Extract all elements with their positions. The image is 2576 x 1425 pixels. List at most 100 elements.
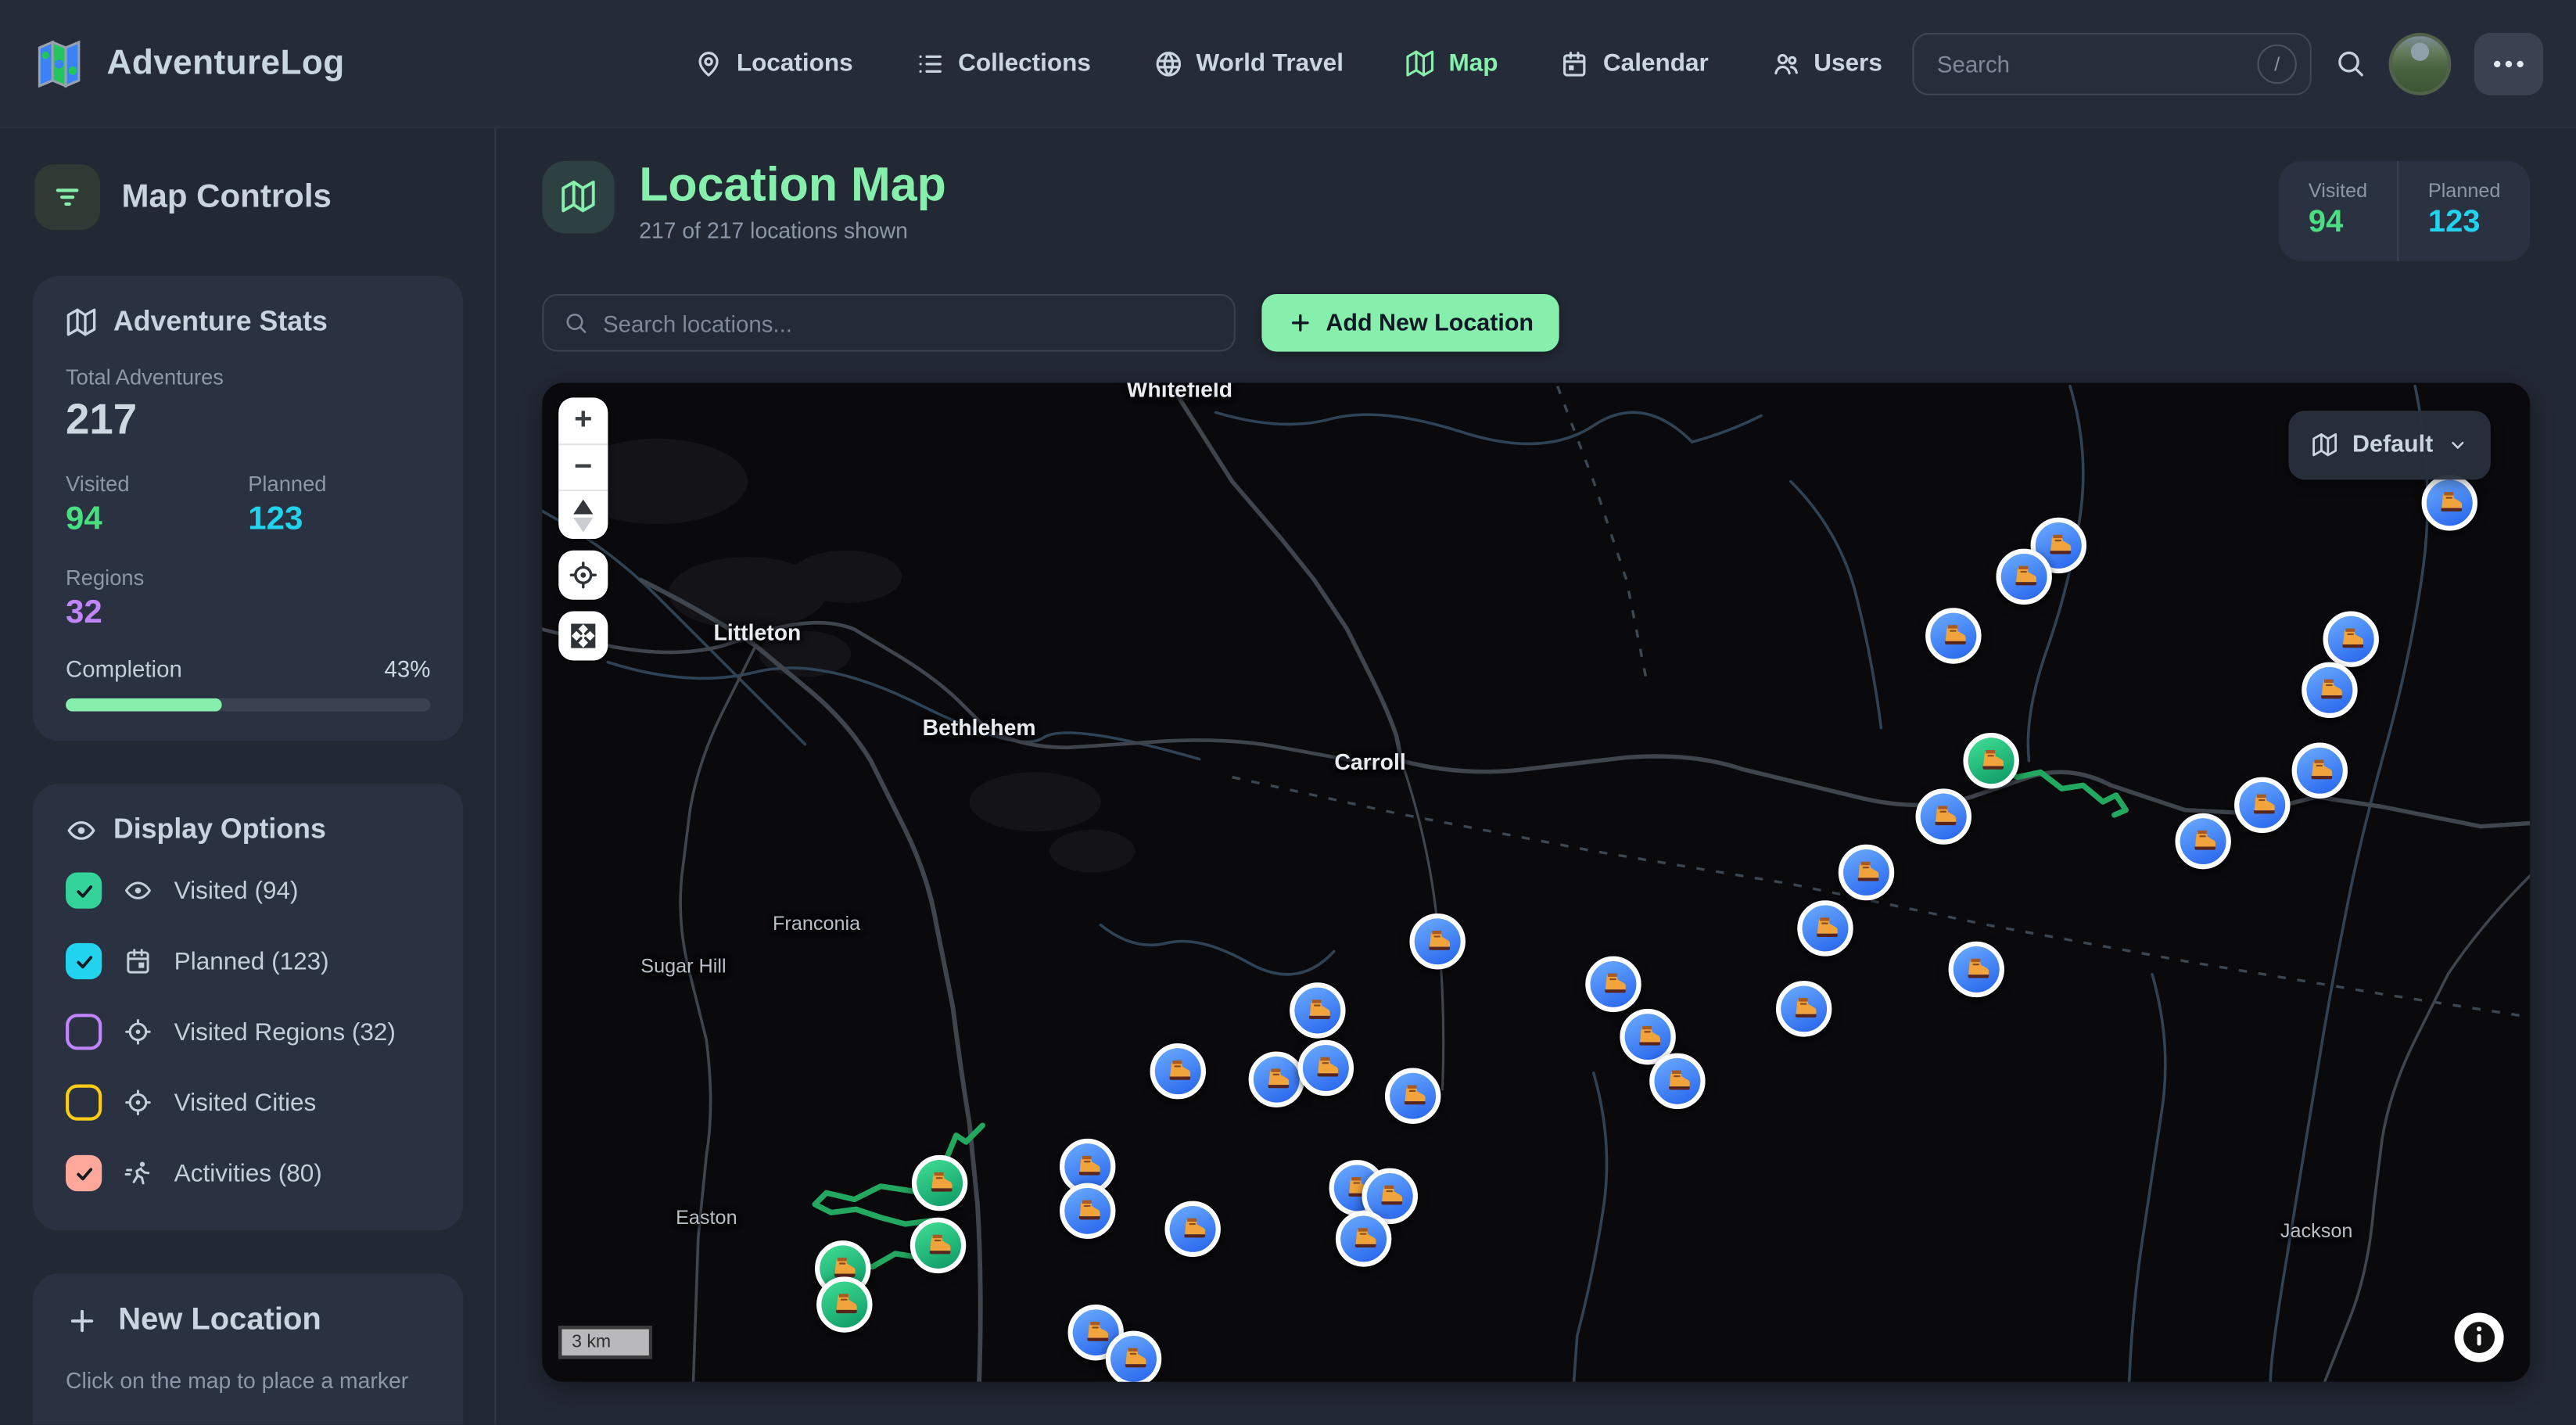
map-marker-blue[interactable] xyxy=(1385,1068,1440,1124)
map-town-label: Whitefield xyxy=(1127,382,1233,401)
map-town-label: Sugar Hill xyxy=(640,955,726,978)
map-marker-green[interactable] xyxy=(1963,733,2018,788)
compass-button[interactable] xyxy=(558,490,608,539)
map-marker-blue[interactable] xyxy=(1949,942,2004,997)
map-marker-green[interactable] xyxy=(910,1218,966,1273)
map-marker-blue[interactable] xyxy=(1164,1201,1220,1257)
map-marker-blue[interactable] xyxy=(1060,1183,1115,1239)
map-marker-blue[interactable] xyxy=(1290,982,1345,1038)
map-marker-blue[interactable] xyxy=(1150,1043,1206,1099)
search-icon-button[interactable] xyxy=(2334,48,2366,79)
map-controls-header: Map Controls xyxy=(34,164,463,230)
summary-planned-value: 123 xyxy=(2428,206,2501,242)
nav-item-locations[interactable]: Locations xyxy=(694,48,852,78)
map-marker-blue[interactable] xyxy=(2302,662,2357,718)
calendar-icon xyxy=(124,946,153,976)
info-icon xyxy=(2459,1318,2499,1357)
global-search-input[interactable] xyxy=(1937,50,2258,77)
visited-regions-checkbox[interactable] xyxy=(66,1014,102,1050)
more-menu-button[interactable] xyxy=(2474,32,2543,95)
map-marker-blue[interactable] xyxy=(1996,549,2051,605)
map-info-button[interactable] xyxy=(2455,1313,2504,1362)
map-marker-blue[interactable] xyxy=(2323,611,2379,666)
map-marker-blue[interactable] xyxy=(1409,914,1465,969)
map-marker-blue[interactable] xyxy=(1249,1052,1304,1107)
nav-label: Users xyxy=(1814,49,1882,77)
navbar: AdventureLog Locations Collections World… xyxy=(0,0,2576,128)
map-marker-blue[interactable] xyxy=(1298,1040,1354,1096)
hiking-boot-icon xyxy=(1422,926,1453,957)
map-marker-blue[interactable] xyxy=(1649,1053,1705,1109)
hiking-boot-icon xyxy=(1598,968,1629,1000)
visited-checkbox[interactable] xyxy=(66,873,102,909)
map-icon xyxy=(66,307,97,338)
sidebar-title: Map Controls xyxy=(121,178,331,216)
map-town-label: Littleton xyxy=(714,620,802,645)
map-marker-blue[interactable] xyxy=(1797,900,1853,956)
hiking-boot-icon xyxy=(2314,674,2345,705)
map-town-label: Franconia xyxy=(773,912,860,935)
map-marker-blue[interactable] xyxy=(1585,957,1641,1012)
map-marker-blue[interactable] xyxy=(2292,743,2348,799)
map-marker-blue[interactable] xyxy=(1839,845,1894,900)
location-search-input[interactable] xyxy=(603,310,1214,336)
map-canvas[interactable]: WhitefieldLittletonBethlehemCarrollFranc… xyxy=(542,382,2530,1381)
map-marker-green[interactable] xyxy=(816,1276,872,1332)
map-marker-blue[interactable] xyxy=(1916,788,1971,844)
plus-icon xyxy=(66,1305,99,1337)
map-marker-blue[interactable] xyxy=(2422,475,2477,530)
map-marker-blue[interactable] xyxy=(2175,813,2230,869)
display-options-head: Display Options xyxy=(66,813,430,846)
chevron-down-icon xyxy=(2448,436,2467,455)
zoom-out-button[interactable]: − xyxy=(558,443,608,490)
sidebar: Map Controls Adventure Stats Total Adven… xyxy=(0,128,496,1425)
hiking-boot-icon xyxy=(829,1289,860,1320)
zoom-in-button[interactable]: + xyxy=(558,397,608,443)
brand[interactable]: AdventureLog xyxy=(33,37,345,89)
add-new-location-button[interactable]: Add New Location xyxy=(1261,294,1559,352)
title-block: Location Map 217 of 217 locations shown xyxy=(639,161,946,244)
brand-name: AdventureLog xyxy=(107,44,345,83)
hiking-boot-icon xyxy=(2187,826,2219,857)
locate-icon xyxy=(569,560,598,590)
option-planned[interactable]: Planned (123) xyxy=(66,943,430,979)
visited-cities-checkbox[interactable] xyxy=(66,1085,102,1121)
hiking-boot-icon xyxy=(2434,487,2465,519)
hiking-boot-icon xyxy=(1938,620,1969,651)
nav-item-users[interactable]: Users xyxy=(1771,48,1882,78)
users-icon xyxy=(1771,48,1801,78)
map-marker-blue[interactable] xyxy=(1336,1211,1391,1266)
user-avatar[interactable] xyxy=(2389,32,2452,95)
layer-picker[interactable]: Default xyxy=(2288,411,2491,479)
hiking-boot-icon xyxy=(923,1229,954,1261)
planned-checkbox[interactable] xyxy=(66,943,102,979)
hiking-boot-icon xyxy=(1177,1213,1208,1244)
map-town-label: Bethlehem xyxy=(923,716,1036,741)
hiking-boot-icon xyxy=(2247,789,2278,820)
hiking-boot-icon xyxy=(1975,745,2007,777)
fullscreen-button[interactable] xyxy=(558,611,608,660)
map-marker-blue[interactable] xyxy=(1106,1331,1161,1382)
option-visited-cities[interactable]: Visited Cities xyxy=(66,1085,430,1121)
app-root: AdventureLog Locations Collections World… xyxy=(0,0,2576,1424)
nav-label: Map xyxy=(1448,49,1498,77)
nav-item-collections[interactable]: Collections xyxy=(915,48,1090,78)
global-search[interactable]: / xyxy=(1912,32,2311,95)
map-town-label: Jackson xyxy=(2280,1219,2353,1242)
plus-icon xyxy=(1288,310,1313,336)
nav-item-map[interactable]: Map xyxy=(1406,48,1498,78)
option-visited-regions[interactable]: Visited Regions (32) xyxy=(66,1014,430,1050)
map-marker-blue[interactable] xyxy=(1925,608,1981,663)
map-marker-green[interactable] xyxy=(912,1155,967,1211)
option-activities[interactable]: Activities (80) xyxy=(66,1155,430,1191)
activities-checkbox[interactable] xyxy=(66,1155,102,1191)
map-marker-blue[interactable] xyxy=(2234,777,2290,833)
new-location-hint: Click on the map to place a marker xyxy=(66,1369,430,1394)
nav-item-calendar[interactable]: Calendar xyxy=(1560,48,1708,78)
locate-button[interactable] xyxy=(558,551,608,600)
location-search[interactable] xyxy=(542,294,1236,352)
nav-item-world-travel[interactable]: World Travel xyxy=(1153,48,1344,78)
option-visited[interactable]: Visited (94) xyxy=(66,873,430,909)
zoom-control: + − xyxy=(558,397,608,539)
map-marker-blue[interactable] xyxy=(1776,981,1832,1036)
